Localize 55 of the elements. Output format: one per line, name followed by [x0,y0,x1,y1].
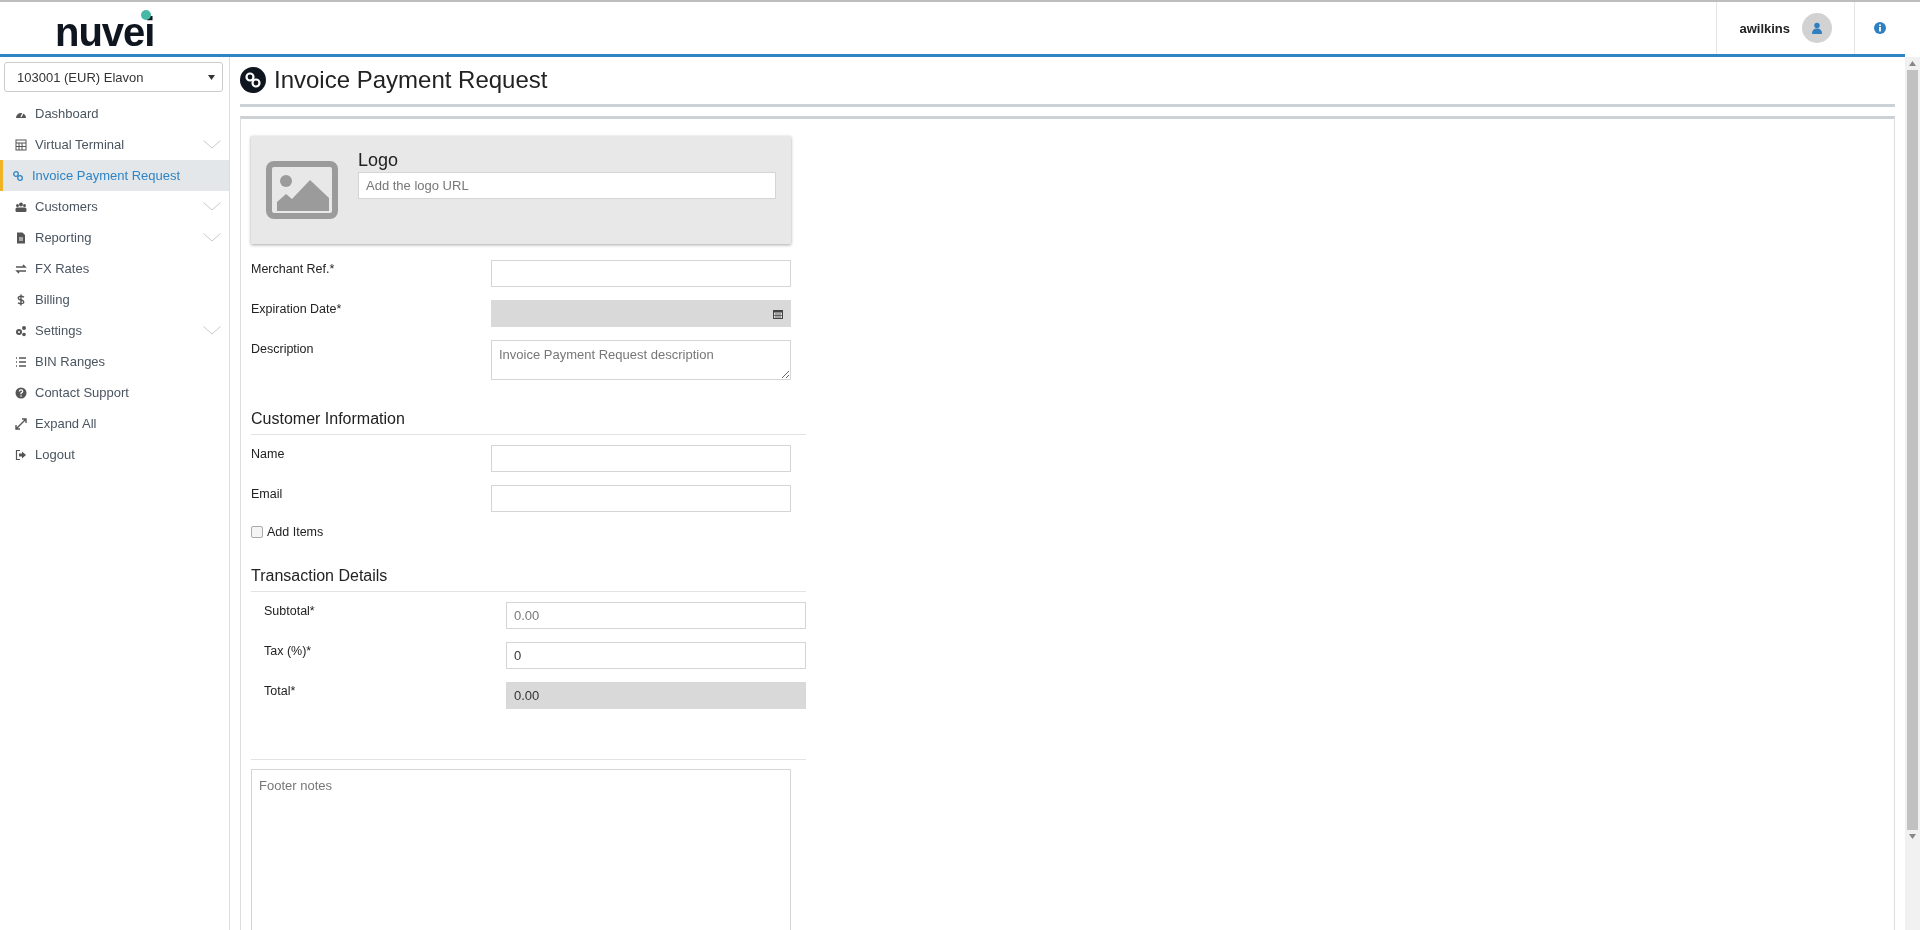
file-icon [15,231,27,244]
link-icon [12,169,24,182]
sidebar-item[interactable]: Reporting [0,222,229,253]
logout-icon [15,448,27,461]
page-title: Invoice Payment Request [274,66,548,94]
user-menu[interactable]: awilkins [1716,2,1855,54]
section-heading: Customer Information [251,410,806,435]
footer-notes-field[interactable]: Footer notes [251,769,791,930]
sidebar-item[interactable]: Expand All [0,408,229,439]
sidebar-item[interactable]: FX Rates [0,253,229,284]
field-label: Tax (%)* [264,643,312,658]
account-select[interactable]: 103001 (EUR) Elavon [4,62,223,92]
input-field[interactable]: 0.00 [506,602,806,629]
logo-title: Logo [358,149,400,171]
scroll-up-icon[interactable] [1909,61,1916,66]
scroll-down-icon[interactable] [1909,834,1916,839]
input-field[interactable] [491,260,791,287]
field-label: Total* [264,683,296,698]
users-icon [15,200,27,213]
user-avatar-icon [1802,13,1832,43]
swap-icon [15,262,27,275]
checkbox[interactable] [251,526,263,538]
expand-icon [15,417,27,430]
section-heading: Transaction Details [251,567,806,592]
info-icon[interactable] [1874,22,1886,34]
calendar-icon [773,308,783,319]
field-label: Name [251,446,285,461]
field-label: Description [251,341,314,356]
scrollbar[interactable] [1905,57,1920,930]
calc-icon [15,138,27,151]
field-label: Subtotal* [264,603,315,618]
field-label: Expiration Date* [251,301,342,316]
image-placeholder-icon [266,161,338,219]
input-field[interactable] [491,485,791,512]
sidebar-item[interactable]: Contact Support [0,377,229,408]
field-label: Merchant Ref.* [251,261,335,276]
input-field[interactable] [491,445,791,472]
field-label: Email [251,486,283,501]
sidebar-item[interactable]: Virtual Terminal [0,129,229,160]
dollar-icon [15,293,27,306]
nuvei-logo[interactable]: nuvei [55,2,155,54]
sidebar-item[interactable]: BIN Ranges [0,346,229,377]
link-icon [240,67,266,93]
sidebar-item[interactable]: Logout [0,439,229,470]
sidebar-item[interactable]: Customers [0,191,229,222]
input-field[interactable]: 0 [506,642,806,669]
sidebar-item[interactable]: Billing [0,284,229,315]
sidebar-item[interactable]: Dashboard [0,98,229,129]
list-icon [15,355,27,368]
description-field[interactable]: Invoice Payment Request description [491,340,791,380]
logo-url-field[interactable]: Add the logo URL [358,171,776,199]
sidebar-item[interactable]: Settings [0,315,229,346]
caret-icon [208,74,215,80]
checkbox-label: Add Items [267,525,324,539]
help-icon [15,386,27,399]
